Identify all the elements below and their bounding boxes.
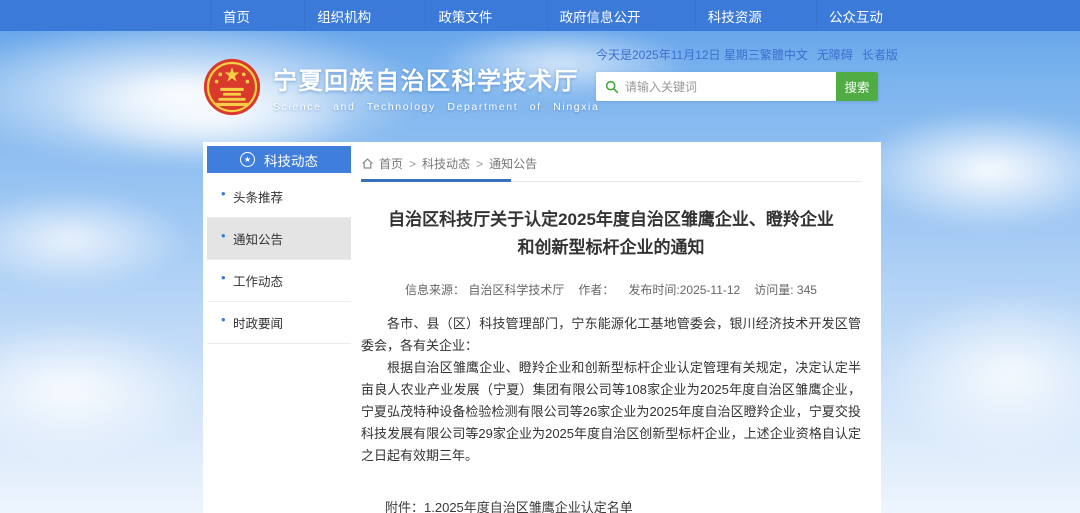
article-paragraph: 各市、县（区）科技管理部门，宁东能源化工基地管委会，银川经济技术开发区管委会，各… [361,313,861,357]
sidebar-item-label: 工作动态 [233,275,283,289]
attachments: 附件： 1.2025年度自治区雏鹰企业认定名单2.2025年度自治区瞪羚企业认定… [385,497,861,513]
sidebar-item[interactable]: • 头条推荐 [207,176,351,218]
quick-link[interactable]: 无障碍 [817,46,853,63]
cloud-decoration [850,110,1080,230]
site-brand: 宁夏回族自治区科学技术厅 Science and Technology Depa… [203,58,599,116]
current-date: 今天是2025年11月12日 星期三 [596,46,760,63]
search-input[interactable] [625,72,836,101]
sidebar-item-label: 时政要闻 [233,317,283,331]
national-emblem-logo [203,58,261,116]
nav-item[interactable]: 科技资源 [695,0,774,31]
article-paragraph: 根据自治区雏鹰企业、瞪羚企业和创新型标杆企业认定管理有关规定，决定认定半亩良人农… [361,357,861,467]
sidebar-item-label: 头条推荐 [233,191,283,205]
sidebar-title: 科技动态 [264,150,318,170]
site-title-group: 宁夏回族自治区科学技术厅 Science and Technology Depa… [273,61,599,113]
star-badge-icon: ★ [240,152,255,167]
search-box: 搜索 [596,72,878,101]
attachment-link[interactable]: 1.2025年度自治区雏鹰企业认定名单 [424,497,672,513]
nav-item[interactable]: 政策文件 [425,0,504,31]
attachments-label: 附件： [385,497,424,513]
quick-links: 繁體中文无障碍长者版 [760,46,898,63]
cloud-decoration [0,320,210,460]
article-title-line: 和创新型标杆企业的通知 [361,234,861,262]
top-nav: 首页 组织机构 政策文件 政府信息公开 科技资源 公众互动 [0,0,1080,31]
page: 首页 组织机构 政策文件 政府信息公开 科技资源 公众互动 宁夏回族自治区科学技术厅 Sc… [0,0,1080,513]
breadcrumb-separator: > [476,157,483,171]
site-subtitle: Science and Technology Department of Nin… [273,101,599,113]
breadcrumb-parts: 首页 > 科技动态 > 通知公告 [379,155,537,172]
search-button[interactable]: 搜索 [836,72,878,101]
article-meta-part: 访问量: 345 [754,283,817,297]
home-icon [361,157,374,170]
nav-item[interactable]: 首页 [210,0,262,31]
content-panel: ★ 科技动态 • 头条推荐 • 通知公告 • [203,142,881,513]
article-body: 各市、县（区）科技管理部门，宁东能源化工基地管委会，银川经济技术开发区管委会，各… [361,313,861,467]
breadcrumb-link[interactable]: 科技动态 [422,155,470,172]
bullet-icon: • [221,228,226,243]
bullet-icon: • [221,270,226,285]
top-nav-items: 首页 组织机构 政策文件 政府信息公开 科技资源 公众互动 [210,0,895,31]
quick-link[interactable]: 长者版 [862,46,898,63]
article-meta-part: 作者： [578,283,614,297]
article-meta: 信息来源： 自治区科学技术厅作者： 发布时间:2025-11-12 访问量: 345 [361,281,861,298]
article-title-line: 自治区科技厅关于认定2025年度自治区雏鹰企业、瞪羚企业 [361,206,861,234]
bullet-icon: • [221,186,226,201]
site-header: 宁夏回族自治区科学技术厅 Science and Technology Depa… [203,31,881,142]
attachments-list: 1.2025年度自治区雏鹰企业认定名单2.2025年度自治区瞪羚企业认定名单3.… [424,497,672,513]
sidebar: ★ 科技动态 • 头条推荐 • 通知公告 • [207,146,351,344]
article-title: 自治区科技厅关于认定2025年度自治区雏鹰企业、瞪羚企业和创新型标杆企业的通知 [361,206,861,262]
quick-link[interactable]: 繁體中文 [760,46,808,63]
sidebar-item-label: 通知公告 [233,233,283,247]
article-meta-part: 发布时间:2025-11-12 [628,283,740,297]
breadcrumb-divider-accent [361,179,511,182]
breadcrumb-divider [361,181,861,182]
breadcrumb-link[interactable]: 首页 [379,155,403,172]
sidebar-header: ★ 科技动态 [207,146,351,173]
sidebar-item[interactable]: • 时政要闻 [207,302,351,344]
search-icon [596,72,625,101]
site-title: 宁夏回族自治区科学技术厅 [273,61,599,96]
sidebar-menu: • 头条推荐 • 通知公告 • 工作动态 • [207,176,351,344]
bullet-icon: • [221,312,226,327]
article-meta-part: 信息来源： 自治区科学技术厅 [405,283,564,297]
nav-item[interactable]: 组织机构 [304,0,383,31]
header-tools: 今天是2025年11月12日 星期三 繁體中文无障碍长者版 搜索 [596,46,878,101]
breadcrumb-separator: > [409,157,416,171]
sidebar-item[interactable]: • 工作动态 [207,260,351,302]
breadcrumb-link[interactable]: 通知公告 [489,155,537,172]
cloud-decoration [0,190,190,290]
cloud-decoration [880,290,1080,460]
nav-item[interactable]: 公众互动 [816,0,895,31]
nav-item[interactable]: 政府信息公开 [547,0,653,31]
date-row: 今天是2025年11月12日 星期三 繁體中文无障碍长者版 [596,46,878,63]
breadcrumb: 首页 > 科技动态 > 通知公告 [361,152,861,172]
sidebar-item[interactable]: • 通知公告 [207,218,351,260]
article-area: 首页 > 科技动态 > 通知公告 自治区科技厅关于认定2025年度自治区雏鹰企业、瞪羚企… [361,142,881,513]
